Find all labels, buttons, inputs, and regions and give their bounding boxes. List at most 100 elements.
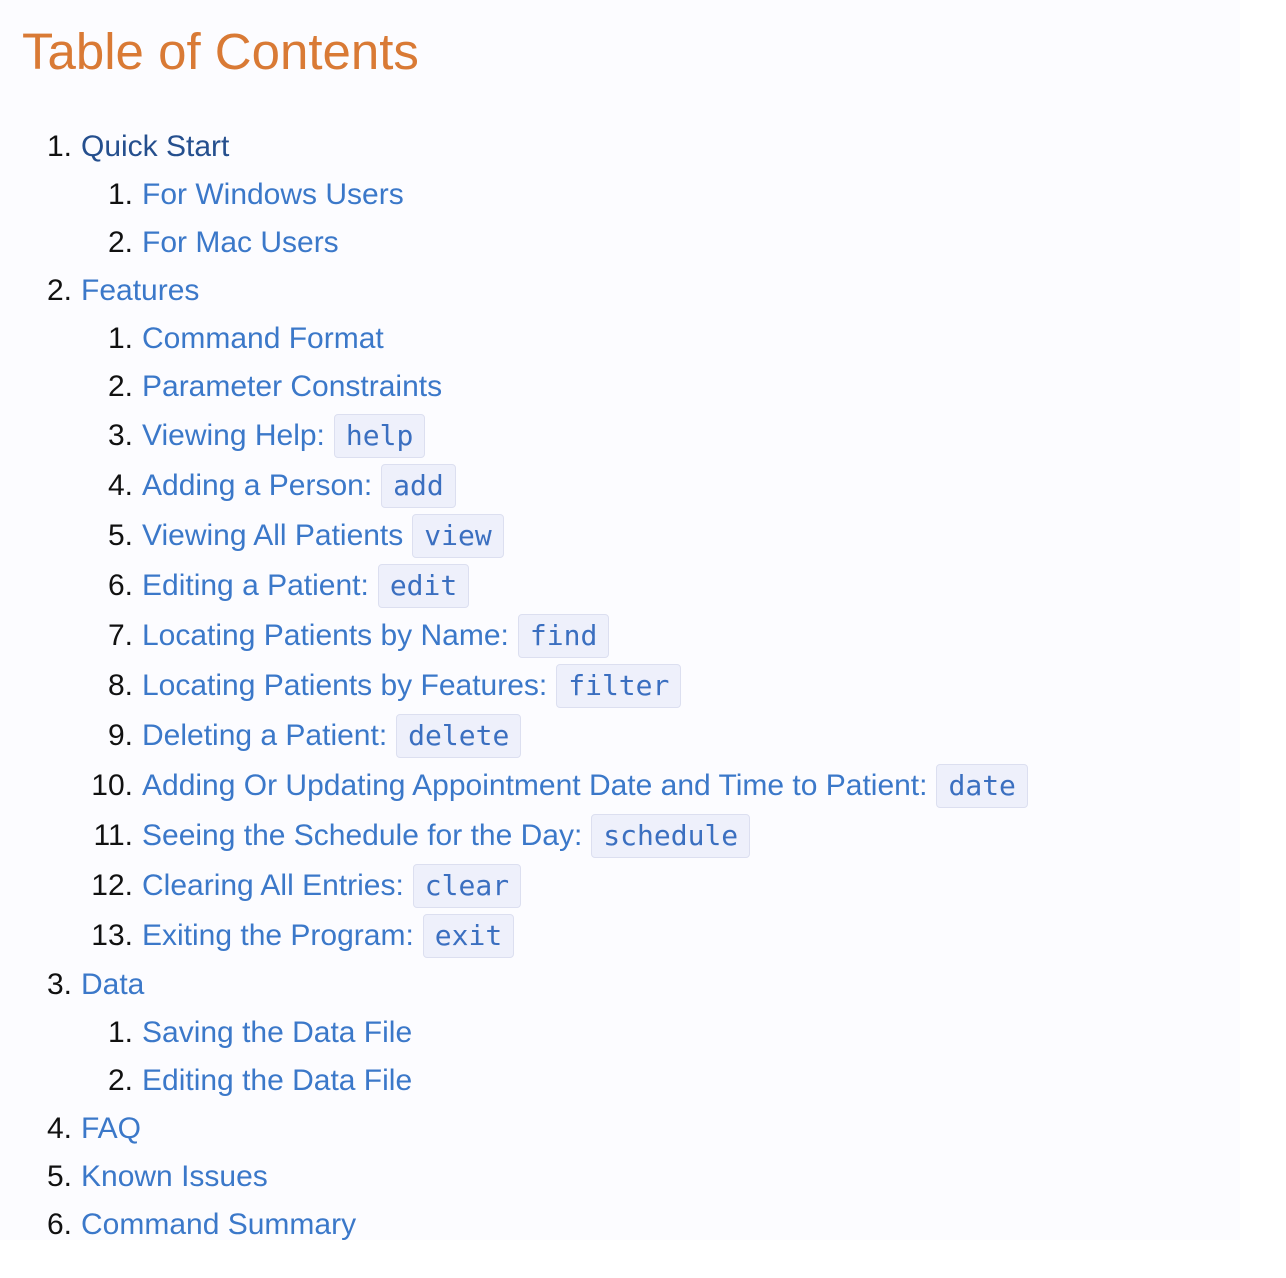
toc-subsection-exiting-the-program: 13. Exiting the Program: exit (0, 911, 1240, 961)
toc-subsection-command-format: 1. Command Format (0, 315, 1240, 363)
toc-link-command-format[interactable]: Command Format (142, 322, 384, 356)
toc-link-viewing-help[interactable]: Viewing Help: help (142, 414, 426, 458)
toc-link-label: Command Format (142, 322, 384, 355)
toc-item-number: 2. (107, 226, 133, 259)
toc-section-known-issues: 5. Known Issues (0, 1153, 1240, 1201)
toc-subsection-for-mac-users: 2. For Mac Users (0, 219, 1240, 267)
toc-link-label: Clearing All Entries: (142, 869, 404, 902)
toc-item-number: 9. (107, 719, 133, 752)
toc-link-label: Seeing the Schedule for the Day: (142, 819, 583, 852)
toc-item-number: 13. (91, 919, 133, 952)
command-code: filter (556, 664, 682, 708)
toc-link-label: Adding a Person: (142, 469, 373, 502)
toc-subsection-viewing-all-patients: 5. Viewing All Patients view (0, 511, 1240, 561)
toc-subsection-for-windows-users: 1. For Windows Users (0, 171, 1240, 219)
toc-link-label: Data (81, 968, 145, 1001)
toc-item-number: 1. (107, 322, 133, 355)
toc-link-features[interactable]: Features (81, 274, 199, 308)
toc-link-deleting-a-patient[interactable]: Deleting a Patient: delete (142, 714, 522, 758)
toc-link-editing-the-data-file[interactable]: Editing the Data File (142, 1064, 412, 1098)
command-code: delete (396, 714, 522, 758)
toc-link-known-issues[interactable]: Known Issues (81, 1160, 268, 1194)
toc-subsection-adding-a-person: 4. Adding a Person: add (0, 461, 1240, 511)
toc-link-editing-a-patient[interactable]: Editing a Patient: edit (142, 564, 470, 608)
toc-link-locating-patients-by-name[interactable]: Locating Patients by Name: find (142, 614, 610, 658)
command-code: schedule (591, 814, 751, 858)
toc-link-label: Command Summary (81, 1208, 357, 1241)
toc-section-features: 2. Features (0, 267, 1240, 315)
toc-link-parameter-constraints[interactable]: Parameter Constraints (142, 370, 442, 404)
toc-link-label: Saving the Data File (142, 1016, 413, 1049)
toc-link-for-windows-users[interactable]: For Windows Users (142, 178, 404, 212)
command-code: help (333, 414, 426, 458)
command-code: view (412, 514, 504, 558)
toc-item-number: 10. (91, 769, 133, 802)
command-code: add (381, 464, 456, 508)
toc-link-label: Exiting the Program: (142, 919, 414, 952)
toc-link-exiting-the-program[interactable]: Exiting the Program: exit (142, 914, 515, 958)
toc-item-number: 7. (107, 619, 133, 652)
toc-link-label: Locating Patients by Name: (142, 619, 509, 652)
command-code: edit (377, 564, 470, 608)
toc-item-number: 5. (107, 519, 133, 552)
toc-section-quick-start: 1. Quick Start (0, 123, 1240, 171)
toc-link-label: Known Issues (81, 1160, 268, 1193)
toc-item-number: 3. (107, 419, 133, 452)
toc-item-number: 3. (46, 968, 72, 1001)
command-code: date (936, 764, 1028, 808)
toc-list: 1. Quick Start 1. For Windows Users 2. For Ma… (0, 123, 1240, 1249)
toc-link-label: Adding Or Updating Appointment Date and … (142, 769, 928, 802)
toc-link-label: Viewing Help: (142, 419, 325, 452)
toc-link-label: Parameter Constraints (142, 370, 443, 403)
command-code: find (517, 614, 610, 658)
toc-item-number: 2. (46, 274, 72, 307)
toc-section-command-summary: 6. Command Summary (0, 1201, 1240, 1249)
toc-subsection-parameter-constraints: 2. Parameter Constraints (0, 363, 1240, 411)
toc-item-number: 4. (46, 1112, 72, 1145)
toc-link-command-summary[interactable]: Command Summary (81, 1208, 356, 1242)
command-code: exit (422, 914, 515, 958)
toc-link-saving-the-data-file[interactable]: Saving the Data File (142, 1016, 412, 1050)
toc-link-clearing-all-entries[interactable]: Clearing All Entries: clear (142, 864, 522, 908)
toc-link-label: For Mac Users (142, 226, 339, 259)
page-title: Table of Contents (22, 23, 419, 80)
toc-item-number: 6. (107, 569, 133, 602)
toc-subsection-seeing-the-schedule-for-the-day: 11. Seeing the Schedule for the Day: sched… (0, 811, 1240, 861)
toc-subsection-locating-patients-by-features: 8. Locating Patients by Features: filter (0, 661, 1240, 711)
toc-link-viewing-all-patients[interactable]: Viewing All Patients view (142, 514, 504, 558)
toc-item-number: 1. (46, 130, 72, 163)
toc-link-label: Quick Start (81, 130, 230, 163)
toc-link-label: Editing a Patient: (142, 569, 369, 602)
toc-item-number: 2. (107, 1064, 133, 1097)
toc-subsection-editing-the-data-file: 2. Editing the Data File (0, 1057, 1240, 1105)
toc-link-faq[interactable]: FAQ (81, 1112, 141, 1146)
toc-link-label: Deleting a Patient: (142, 719, 388, 752)
toc-link-quick-start[interactable]: Quick Start (81, 130, 229, 164)
toc-link-label: FAQ (81, 1112, 142, 1145)
toc-link-for-mac-users[interactable]: For Mac Users (142, 226, 339, 260)
toc-link-label: Features (81, 274, 200, 307)
command-code: clear (412, 864, 522, 908)
toc-subsection-deleting-a-patient: 9. Deleting a Patient: delete (0, 711, 1240, 761)
toc-section-data: 3. Data (0, 961, 1240, 1009)
toc-link-label: Editing the Data File (142, 1064, 413, 1097)
toc-item-number: 12. (91, 869, 133, 902)
toc-link-adding-or-updating-appointment-date-and-time-to-patient[interactable]: Adding Or Updating Appointment Date and … (142, 764, 1028, 808)
toc-subsection-locating-patients-by-name: 7. Locating Patients by Name: find (0, 611, 1240, 661)
toc-item-number: 6. (46, 1208, 72, 1241)
toc-section-faq: 4. FAQ (0, 1105, 1240, 1153)
toc-item-number: 5. (46, 1160, 72, 1193)
toc-link-locating-patients-by-features[interactable]: Locating Patients by Features: filter (142, 664, 682, 708)
toc-link-label: Viewing All Patients (142, 519, 404, 552)
toc-link-data[interactable]: Data (81, 968, 144, 1002)
toc-item-number: 1. (107, 1016, 133, 1049)
toc-subsection-adding-or-updating-appointment-date-and-time-to-patient: 10. Adding Or Updating Appointment Date a… (0, 761, 1240, 811)
toc-subsection-clearing-all-entries: 12. Clearing All Entries: clear (0, 861, 1240, 911)
toc-link-adding-a-person[interactable]: Adding a Person: add (142, 464, 456, 508)
toc-subsection-viewing-help: 3. Viewing Help: help (0, 411, 1240, 461)
toc-item-number: 11. (93, 819, 133, 852)
toc-item-number: 8. (107, 669, 133, 702)
toc-link-seeing-the-schedule-for-the-day[interactable]: Seeing the Schedule for the Day: schedule (142, 814, 751, 858)
toc-link-label: For Windows Users (142, 178, 404, 211)
toc-item-number: 2. (107, 370, 133, 403)
